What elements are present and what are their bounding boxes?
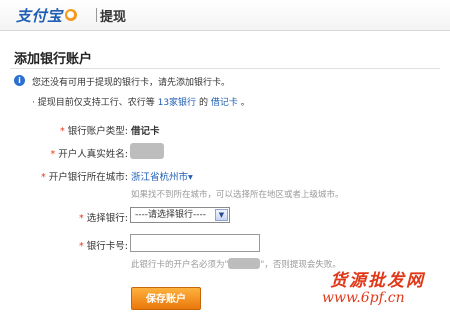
real-name-label: * 开户人真实姓名: (51, 146, 128, 160)
logo-mark-icon: ● (64, 9, 77, 21)
header-divider (96, 8, 97, 22)
debit-card-link[interactable]: 借记卡 (211, 98, 238, 108)
city-hint: 如果找不到所在城市，可以选择所在地区或者上级城市。 (131, 190, 344, 200)
section-divider (10, 68, 440, 69)
bank-select-value: ----请选择银行---- (135, 210, 206, 220)
card-number-input[interactable] (130, 234, 260, 252)
city-label-text: 开户银行所在城市: (48, 172, 128, 183)
top-bar: 支付宝 ● 提现 (0, 0, 450, 31)
notice-supported-banks: · 提现目前仅支持工行、农行等 13家银行 的 借记卡 。 (32, 95, 250, 108)
card-number-label: * 银行卡号: (79, 238, 128, 252)
account-type-value: 借记卡 (131, 126, 160, 137)
bank-select[interactable]: ----请选择银行---- ▼ (130, 207, 230, 223)
save-account-button[interactable]: 保存账户 (131, 287, 201, 310)
real-name-value-redacted (130, 143, 164, 159)
city-selector[interactable]: 浙江省杭州市▾ (131, 169, 193, 183)
logo-text: 支付宝 (16, 6, 63, 25)
supported-banks-link[interactable]: 13家银行 (158, 98, 196, 108)
real-name-label-text: 开户人真实姓名: (58, 149, 128, 160)
account-type-label-text: 银行账户类型: (67, 126, 128, 137)
required-mark: * (60, 126, 65, 137)
card-hint: 此银行卡的开户名必须为" "，否则提现会失败。 (131, 258, 341, 270)
chevron-down-icon[interactable]: ▼ (215, 209, 228, 221)
notice-text: 您还没有可用于提现的银行卡，请先添加银行卡。 (32, 78, 231, 88)
city-label: * 开户银行所在城市: (41, 169, 128, 183)
info-icon: i (14, 75, 25, 86)
alipay-logo[interactable]: 支付宝 ● (16, 5, 77, 25)
notice-middle: 的 (198, 98, 208, 108)
card-number-label-text: 银行卡号: (86, 241, 128, 252)
notice-prefix: · 提现目前仅支持工行、农行等 (32, 98, 155, 108)
card-hint-prefix: 此银行卡的开户名必须为" (131, 260, 229, 270)
required-mark: * (50, 149, 56, 160)
notice-suffix: 。 (240, 98, 250, 108)
account-type-label: * 银行账户类型: (60, 123, 128, 137)
page-title: 添加银行账户 (14, 52, 93, 67)
watermark-url: www.6pf.cn (322, 290, 405, 306)
required-mark: * (41, 172, 46, 183)
card-hint-suffix: "，否则提现会失败。 (260, 260, 341, 270)
account-holder-redacted (228, 258, 261, 269)
bank-label: * 选择银行: (79, 210, 128, 224)
required-mark: * (79, 241, 84, 252)
module-title: 提现 (100, 10, 127, 25)
required-mark: * (79, 213, 84, 224)
bank-label-text: 选择银行: (86, 213, 128, 224)
watermark-title: 货源批发网 (330, 271, 425, 291)
